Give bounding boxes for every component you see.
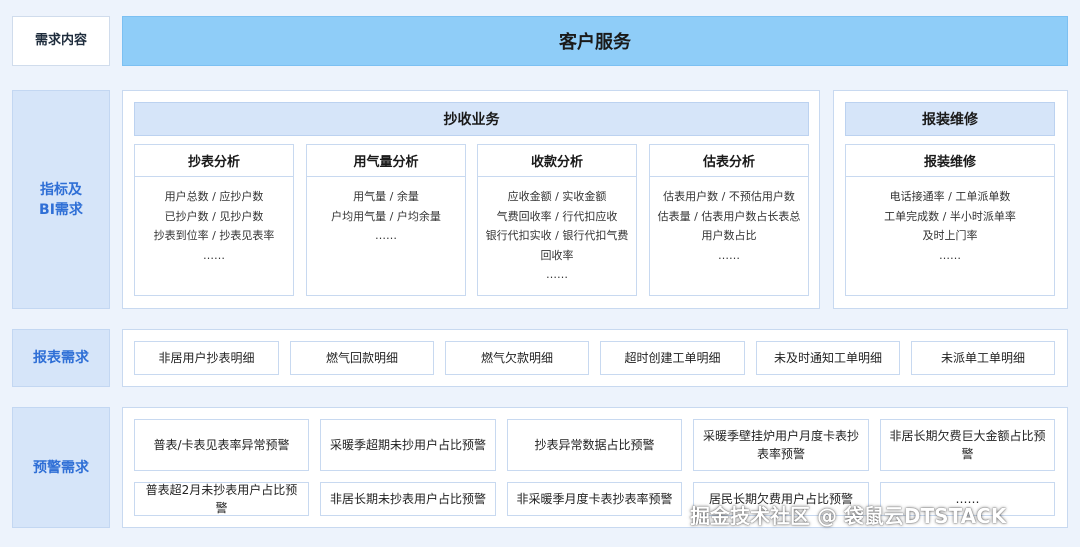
report-requirement-label: 报表需求: [12, 329, 110, 387]
meter-business-title: 抄收业务: [134, 102, 809, 136]
alert-requirement-label: 预警需求: [12, 407, 110, 528]
card-title: 估表分析: [650, 145, 808, 177]
card-line: 回收率: [540, 248, 574, 262]
card-line: ……: [375, 229, 397, 242]
alert-item: 普表超2月未抄表用户占比预警: [134, 482, 309, 516]
card-line: 估表用户数 / 不预估用户数: [663, 190, 795, 203]
requirement-label: 需求内容: [12, 16, 110, 66]
report-item: 未派单工单明细: [911, 341, 1055, 375]
card-line: 抄表到位率 / 抄表见表率: [153, 229, 275, 242]
card-payment-analysis: 收款分析 应收金额 / 实收金额 气费回收率 / 行代扣应收 银行代扣实收 / …: [477, 144, 637, 296]
alert-item: 抄表异常数据占比预警: [507, 419, 682, 471]
card-repair: 报装维修 电话接通率 / 工单派单数 工单完成数 / 半小时派单率 及时上门率 …: [845, 144, 1055, 296]
card-line: 估表量 / 估表用户数占长表总: [657, 209, 801, 223]
alert-item: 非居长期欠费巨大金额占比预警: [880, 419, 1055, 471]
alert-item: 非居长期未抄表用户占比预警: [320, 482, 496, 516]
report-item: 超时创建工单明细: [600, 341, 745, 375]
card-line: 用户数占比: [701, 229, 757, 242]
card-gas-usage-analysis: 用气量分析 用气量 / 余量 户均用气量 / 户均余量 ……: [306, 144, 466, 296]
alert-item: 采暖季壁挂炉用户月度卡表抄表率预警: [693, 419, 869, 471]
repair-group-title: 报装维修: [845, 102, 1055, 136]
card-estimate-analysis: 估表分析 估表用户数 / 不预估用户数 估表量 / 估表用户数占长表总 用户数占…: [649, 144, 809, 296]
card-line: ……: [546, 268, 568, 281]
card-line: ……: [718, 248, 740, 262]
card-line: ……: [203, 248, 225, 262]
report-item: 燃气回款明细: [290, 341, 434, 375]
card-line: 电话接通率 / 工单派单数: [889, 190, 1011, 203]
card-line: 气费回收率 / 行代扣应收: [496, 209, 618, 223]
card-line: 用气量 / 余量: [353, 190, 419, 203]
card-line: 银行代扣实收 / 银行代扣气费: [485, 229, 629, 242]
alert-item: 采暖季超期未抄用户占比预警: [320, 419, 496, 471]
report-item: 非居用户抄表明细: [134, 341, 279, 375]
card-line: 已抄户数 / 见抄户数: [164, 209, 264, 223]
card-title: 收款分析: [478, 145, 636, 177]
report-item: 未及时通知工单明细: [756, 341, 900, 375]
card-title: 用气量分析: [307, 145, 465, 177]
card-line: 应收金额 / 实收金额: [507, 190, 607, 203]
card-line: 户均用气量 / 户均余量: [331, 209, 441, 223]
card-line: 及时上门率: [922, 229, 978, 242]
card-meter-reading-analysis: 抄表分析 用户总数 / 应抄户数 已抄户数 / 见抄户数 抄表到位率 / 抄表见…: [134, 144, 294, 296]
card-title: 抄表分析: [135, 145, 293, 177]
bi-requirement-label: 指标及 BI需求: [12, 90, 110, 309]
report-item: 燃气欠款明细: [445, 341, 589, 375]
customer-service-banner: 客户服务: [122, 16, 1068, 66]
card-line: ……: [939, 248, 961, 262]
card-line: 用户总数 / 应抄户数: [164, 190, 264, 203]
alert-item: 普表/卡表见表率异常预警: [134, 419, 309, 471]
watermark: 掘金技术社区 @ 袋鼠云DTSTACK: [690, 504, 1007, 528]
card-line: 工单完成数 / 半小时派单率: [884, 209, 1016, 223]
alert-item: 非采暖季月度卡表抄表率预警: [507, 482, 682, 516]
card-title: 报装维修: [846, 145, 1054, 177]
